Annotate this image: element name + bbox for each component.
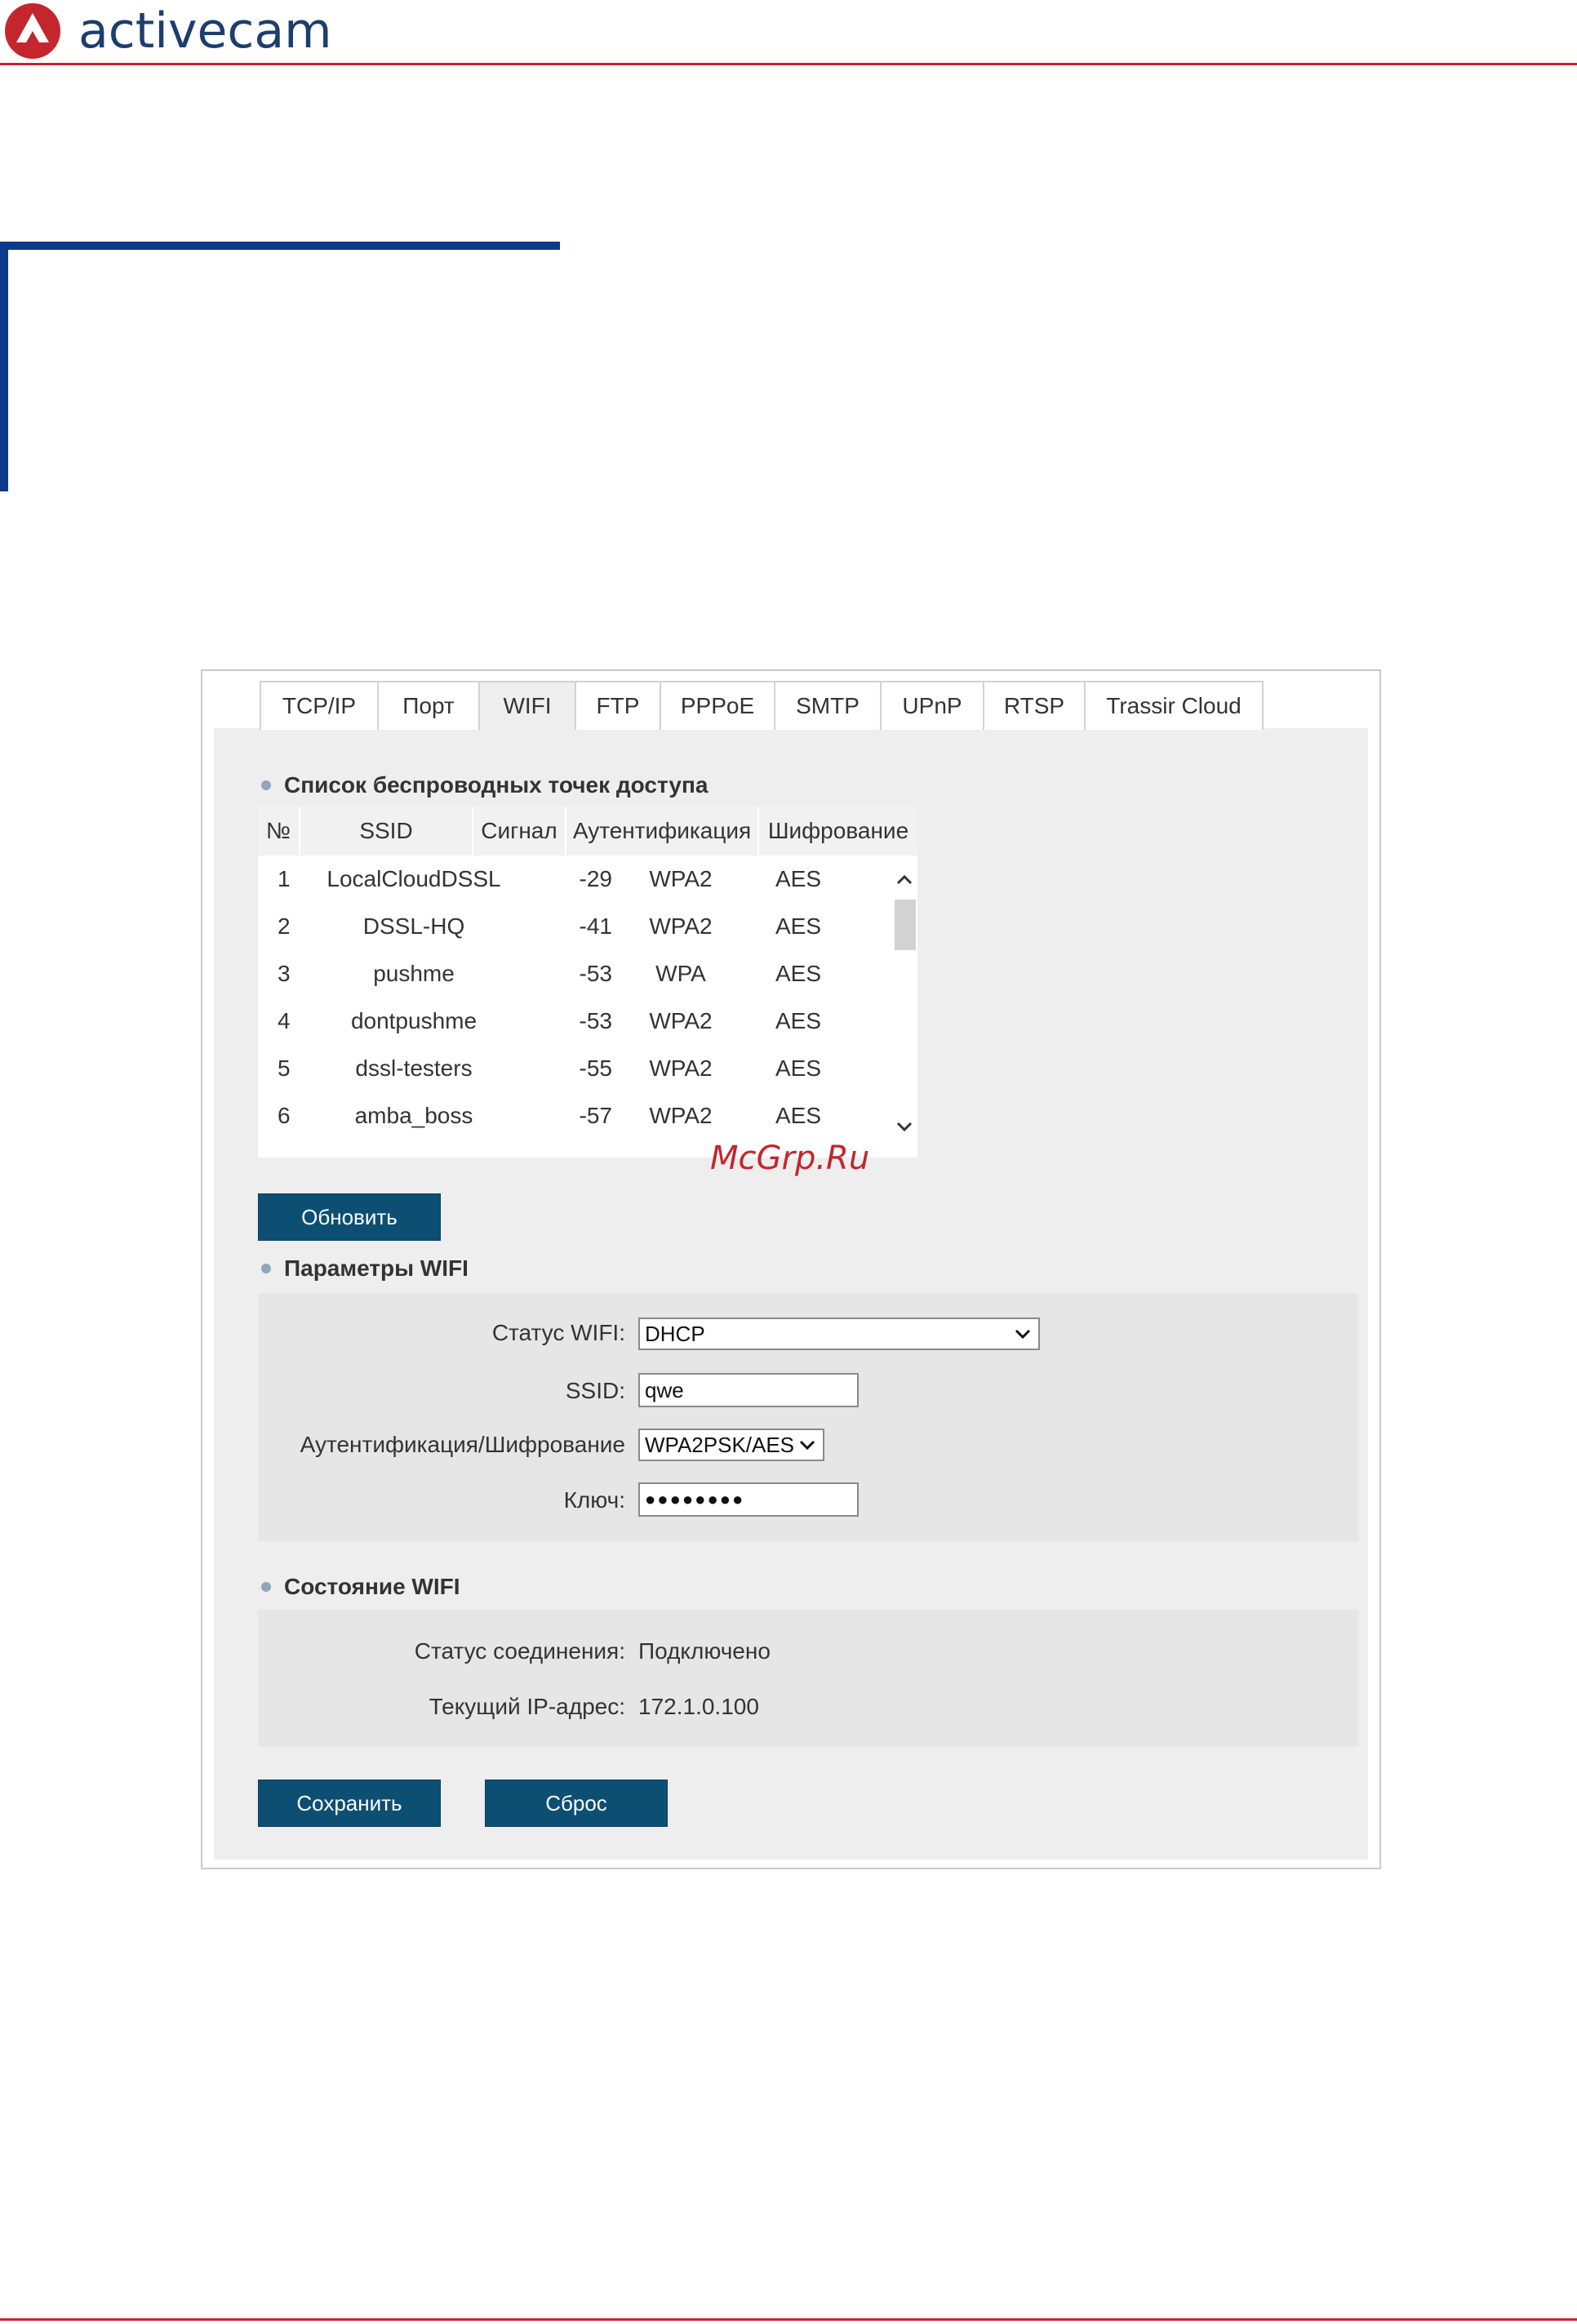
cell-auth: WPA2 xyxy=(649,913,713,939)
cell-encryption: AES xyxy=(775,866,821,891)
chevron-down-icon[interactable] xyxy=(893,1115,916,1138)
bullet-icon xyxy=(261,780,271,790)
cell-ssid: DSSL-HQ xyxy=(362,913,465,939)
auth-encryption-value: WPA2PSK/AES xyxy=(645,1432,795,1457)
cell-signal: -53 xyxy=(579,961,612,986)
cell-signal: -29 xyxy=(579,866,612,891)
settings-tabs: TCP/IP Порт WIFI FTP PPPoE SMTP UPnP RTS… xyxy=(260,681,1264,730)
cell-number: 1 xyxy=(278,866,291,891)
brand-logo: activecam xyxy=(3,0,332,62)
wifi-status-label: Статус WIFI: xyxy=(491,1320,625,1345)
cell-encryption: AES xyxy=(775,1055,821,1081)
cell-number: 4 xyxy=(278,1008,291,1033)
cell-auth: WPA xyxy=(655,961,706,986)
wifi-state-title: Состояние WIFI xyxy=(284,1574,460,1599)
col-signal: Сигнал xyxy=(473,807,566,855)
auth-encryption-select[interactable]: WPA2PSK/AES xyxy=(638,1429,824,1461)
table-row[interactable]: 5 dssl-testers -55 WPA2 AES xyxy=(258,1045,917,1092)
table-row[interactable]: 4 dontpushme -53 WPA2 AES xyxy=(258,998,917,1045)
current-ip-label: Текущий IP-адрес: xyxy=(429,1694,625,1719)
cell-signal: -57 xyxy=(579,1103,612,1128)
cell-encryption: AES xyxy=(775,961,821,986)
wifi-status-value: DHCP xyxy=(645,1321,705,1346)
connection-status-value: Подключено xyxy=(638,1638,771,1664)
cell-number: 2 xyxy=(278,913,291,939)
tab-rtsp[interactable]: RTSP xyxy=(983,681,1086,730)
tab-smtp[interactable]: SMTP xyxy=(774,681,882,730)
ssid-value: qwe xyxy=(645,1377,684,1402)
ssid-field[interactable]: qwe xyxy=(638,1373,859,1407)
tab-upnp[interactable]: UPnP xyxy=(880,681,984,730)
reset-button[interactable]: Сброс xyxy=(485,1780,668,1827)
cell-ssid: LocalCloudDSSL xyxy=(327,866,501,891)
cell-ssid: dontpushme xyxy=(350,1008,478,1033)
cell-encryption: AES xyxy=(775,913,821,939)
ssid-label: SSID: xyxy=(565,1378,625,1403)
header-divider xyxy=(0,63,1577,65)
ap-list-heading: Список беспроводных точек доступа xyxy=(261,772,708,798)
col-ssid: SSID xyxy=(300,807,473,855)
connection-status-label: Статус соединения: xyxy=(414,1638,625,1664)
cell-ssid: pushme xyxy=(373,961,455,986)
chevron-up-icon[interactable] xyxy=(893,869,916,891)
table-row[interactable]: 1 LocalCloudDSSL -29 WPA2 AES xyxy=(258,855,917,903)
cell-ssid: amba_boss xyxy=(354,1103,473,1128)
cell-auth: WPA2 xyxy=(649,1103,713,1128)
tab-trassir-cloud[interactable]: Trassir Cloud xyxy=(1084,681,1264,730)
wifi-params-title: Параметры WIFI xyxy=(284,1255,469,1281)
col-auth: Аутентификация xyxy=(566,807,759,855)
section-bracket-top xyxy=(0,242,560,250)
cell-auth: WPA2 xyxy=(649,1055,713,1081)
col-encryption: Шифрование xyxy=(759,807,917,855)
key-value: ●●●●●●●● xyxy=(645,1489,745,1509)
ap-list-title: Список беспроводных точек доступа xyxy=(284,772,709,798)
cell-signal: -41 xyxy=(579,913,612,939)
cell-ssid: dssl-testers xyxy=(355,1055,473,1081)
footer-divider xyxy=(0,2318,1577,2321)
table-row[interactable]: 3 pushme -53 WPA AES xyxy=(258,950,917,998)
save-button[interactable]: Сохранить xyxy=(258,1780,441,1827)
tab-port[interactable]: Порт xyxy=(377,681,480,730)
ap-table-header: № SSID Сигнал Аутентификация Шифрование xyxy=(258,807,917,855)
col-number: № xyxy=(258,807,300,855)
chevron-down-icon xyxy=(1015,1329,1031,1340)
cell-auth: WPA2 xyxy=(649,866,713,891)
wifi-params-heading: Параметры WIFI xyxy=(261,1255,469,1282)
table-row[interactable]: 2 DSSL-HQ -41 WPA2 AES xyxy=(258,903,917,950)
refresh-button[interactable]: Обновить xyxy=(258,1193,441,1241)
cell-auth: WPA2 xyxy=(649,1008,713,1033)
cell-encryption: AES xyxy=(775,1008,821,1033)
cell-signal: -55 xyxy=(579,1055,612,1081)
bullet-icon xyxy=(261,1264,271,1273)
wifi-status-select[interactable]: DHCP xyxy=(638,1318,1040,1350)
tab-tcpip[interactable]: TCP/IP xyxy=(260,681,379,730)
cell-encryption: AES xyxy=(775,1103,821,1128)
key-password-field[interactable]: ●●●●●●●● xyxy=(638,1482,859,1517)
chevron-down-icon xyxy=(799,1440,815,1451)
cell-number: 5 xyxy=(278,1055,291,1081)
tab-wifi[interactable]: WIFI xyxy=(478,681,576,730)
tab-pppoe[interactable]: PPPoE xyxy=(660,681,775,730)
brand-name: activecam xyxy=(78,2,332,60)
ap-table-body: 1 LocalCloudDSSL -29 WPA2 AES 2 DSSL-HQ … xyxy=(258,855,917,1158)
ap-table: № SSID Сигнал Аутентификация Шифрование … xyxy=(258,807,917,1158)
activecam-logo-icon xyxy=(5,3,60,59)
wifi-state-panel xyxy=(258,1610,1358,1747)
current-ip-value: 172.1.0.100 xyxy=(638,1694,759,1719)
key-label: Ключ: xyxy=(563,1487,625,1513)
auth-encryption-label: Аутентификация/Шифрование xyxy=(300,1432,625,1457)
ap-list-scrollbar[interactable] xyxy=(891,855,917,1158)
cell-number: 6 xyxy=(278,1103,291,1128)
cell-signal: -53 xyxy=(579,1008,612,1033)
scrollbar-thumb[interactable] xyxy=(895,900,916,950)
tab-ftp[interactable]: FTP xyxy=(575,681,661,730)
cell-number: 3 xyxy=(278,961,291,986)
section-bracket-left xyxy=(0,242,8,491)
table-row[interactable]: 6 amba_boss -57 WPA2 AES xyxy=(258,1092,917,1140)
wifi-state-heading: Состояние WIFI xyxy=(261,1574,460,1600)
watermark: McGrp.Ru xyxy=(710,1140,870,1177)
bullet-icon xyxy=(261,1582,271,1592)
